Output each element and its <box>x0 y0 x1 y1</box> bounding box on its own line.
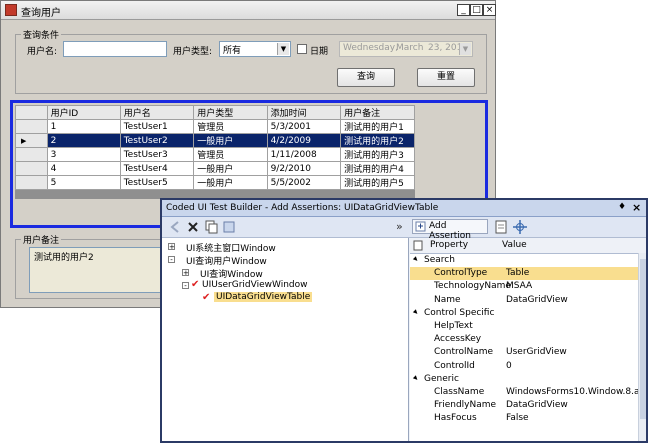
maximize-button[interactable]: □ <box>470 4 483 16</box>
username-input[interactable] <box>63 41 167 57</box>
checkmark-icon: ✔ <box>202 292 211 303</box>
property-name: Name <box>434 294 461 305</box>
property-name: ClassName <box>434 387 485 397</box>
properties-header: Property Value <box>410 238 646 254</box>
property-name: AccessKey <box>434 334 482 345</box>
date-month: March <box>396 43 424 53</box>
tree-node-label: UI查询用户Window <box>186 257 267 267</box>
property-name: FriendlyName <box>434 400 497 411</box>
collapse-triangle-icon[interactable]: ▲ <box>412 375 420 383</box>
tree-expander-icon[interactable]: + <box>168 243 175 251</box>
category-label: Control Specific <box>424 307 495 318</box>
builder-toolbar: » Add Assertion <box>162 217 646 241</box>
search-properties-icon[interactable] <box>494 220 508 234</box>
reset-button[interactable]: 重置 <box>417 68 475 87</box>
date-checkbox[interactable] <box>297 44 307 54</box>
properties-grid[interactable]: Property Value ▲ Search ControlType Table Te… <box>410 238 646 441</box>
collapse-triangle-icon[interactable]: ▲ <box>412 309 420 317</box>
nav-back-icon[interactable] <box>168 220 182 234</box>
property-row[interactable]: ControlType Table <box>410 267 646 281</box>
property-value: MSAA <box>506 281 533 292</box>
usertype-value: 所有 <box>223 46 242 56</box>
date-picker[interactable]: Wednesday, March 23, 2011 ▼ <box>339 41 473 57</box>
delete-icon[interactable] <box>186 220 200 234</box>
property-category[interactable]: ▲ Search <box>410 254 646 267</box>
chevron-down-icon[interactable]: ▼ <box>277 43 289 55</box>
property-row[interactable]: ControlName UserGridView <box>410 346 646 359</box>
date-label: 日期 <box>310 47 329 57</box>
tree-expander-icon[interactable]: - <box>168 256 175 264</box>
query-conditions-title: 查询条件 <box>21 28 62 41</box>
minimize-button[interactable]: _ <box>457 4 470 16</box>
tree-node-label: UI系统主窗口Window <box>186 244 276 254</box>
pin-icon[interactable]: ♦ <box>618 202 626 212</box>
category-label: Generic <box>424 373 459 384</box>
crosshair-icon[interactable] <box>512 219 528 235</box>
property-name: HelpText <box>434 321 473 331</box>
scrollbar-thumb[interactable] <box>640 259 646 419</box>
property-value: WindowsForms10.Window.8.app.0.2 <box>506 387 646 397</box>
refresh-icon[interactable] <box>222 220 236 234</box>
property-row[interactable]: TechnologyName MSAA <box>410 280 646 293</box>
value-column-header: Value <box>502 240 527 250</box>
usertype-label: 用户类型: <box>173 47 213 57</box>
property-row[interactable]: ControlId 0 <box>410 360 646 373</box>
tree-expander-icon[interactable]: + <box>182 269 189 277</box>
property-value: Table <box>506 268 530 279</box>
collapse-triangle-icon[interactable]: ▲ <box>412 256 420 264</box>
ui-control-map-tree[interactable]: + UI系统主窗口Window - UI查询用户Window + UI查询Win… <box>162 238 409 441</box>
property-value: DataGridView <box>506 400 568 411</box>
close-button[interactable]: × <box>483 4 496 16</box>
window-title-bar[interactable]: 查询用户 _ □ × <box>1 1 496 20</box>
username-label: 用户名: <box>27 47 58 57</box>
property-row[interactable]: ClassName WindowsForms10.Window.8.app.0.2 <box>410 386 646 399</box>
coded-ui-test-builder-window: Coded UI Test Builder - Add Assertions: … <box>160 198 648 443</box>
property-row[interactable]: Name DataGridView <box>410 294 646 307</box>
property-row[interactable]: FriendlyName DataGridView <box>410 399 646 412</box>
property-row[interactable]: HelpText <box>410 320 646 333</box>
search-button[interactable]: 查询 <box>337 68 395 87</box>
window-title: 查询用户 <box>21 8 61 19</box>
property-value: UserGridView <box>506 347 567 358</box>
tree-node-label: UI查询Window <box>200 270 263 280</box>
builder-title: Coded UI Test Builder - Add Assertions: … <box>166 203 439 213</box>
tree-node-label: UIUserGridViewWindow <box>202 280 308 290</box>
property-value: DataGridView <box>506 294 568 305</box>
property-name: ControlType <box>434 268 488 279</box>
properties-scrollbar[interactable] <box>638 253 646 441</box>
property-name: HasFocus <box>434 413 477 424</box>
toolbar-overflow-icon[interactable]: » <box>396 220 403 233</box>
app-icon <box>5 4 17 16</box>
date-weekday: Wednesday, <box>343 43 398 53</box>
copy-icon[interactable] <box>204 220 218 234</box>
remark-textbox[interactable]: 测试用的用户2 <box>29 247 163 293</box>
property-row[interactable]: AccessKey <box>410 333 646 346</box>
remark-group-title: 用户备注 <box>21 233 62 246</box>
property-category[interactable]: ▲ Generic <box>410 373 646 386</box>
checkmark-icon: ✔ <box>191 279 200 290</box>
property-value: 0 <box>506 360 512 371</box>
builder-title-bar[interactable]: Coded UI Test Builder - Add Assertions: … <box>162 200 646 217</box>
add-assertion-icon <box>415 221 426 232</box>
property-name: ControlId <box>434 360 475 371</box>
categorized-icon[interactable] <box>413 240 423 251</box>
property-category[interactable]: ▲ Control Specific <box>410 307 646 320</box>
property-value: False <box>506 413 529 424</box>
usertype-select[interactable]: 所有 ▼ <box>219 41 291 57</box>
add-assertion-button[interactable]: Add Assertion <box>412 219 488 241</box>
calendar-dropdown-icon[interactable]: ▼ <box>459 43 471 55</box>
property-row[interactable]: HasFocus False <box>410 412 646 425</box>
property-name: TechnologyName <box>434 281 511 292</box>
property-name: ControlName <box>434 347 494 358</box>
tree-node-label: UIDataGridViewTable <box>214 292 313 302</box>
tree-expander-icon[interactable]: - <box>182 282 189 290</box>
builder-close-icon[interactable]: × <box>632 201 641 214</box>
category-label: Search <box>424 255 455 265</box>
property-column-header: Property <box>430 240 469 250</box>
